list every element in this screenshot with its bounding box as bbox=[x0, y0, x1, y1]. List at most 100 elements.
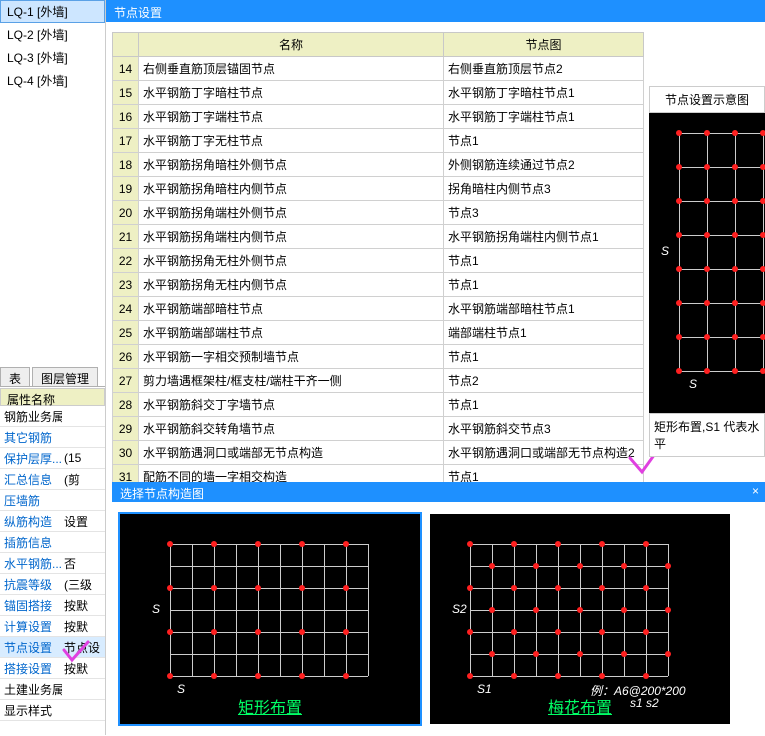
row-number: 14 bbox=[113, 57, 139, 81]
table-row[interactable]: 23水平钢筋拐角无柱内侧节点节点1 bbox=[113, 273, 644, 297]
node-value-cell[interactable]: 节点1 bbox=[444, 273, 644, 297]
node-value-cell[interactable]: 节点2 bbox=[444, 369, 644, 393]
property-row[interactable]: 钢筋业务属性 bbox=[0, 406, 105, 427]
node-name-cell[interactable]: 水平钢筋丁字暗柱节点 bbox=[139, 81, 444, 105]
property-row[interactable]: 显示样式 bbox=[0, 700, 105, 721]
property-name: 锚固搭接 bbox=[0, 597, 62, 614]
row-number: 25 bbox=[113, 321, 139, 345]
tab-table[interactable]: 表 bbox=[0, 367, 30, 386]
property-row[interactable]: 纵筋构造设置 bbox=[0, 511, 105, 532]
close-icon[interactable]: × bbox=[752, 484, 759, 498]
property-name: 汇总信息 bbox=[0, 471, 62, 488]
node-value-cell[interactable]: 水平钢筋遇洞口或端部无节点构造2 bbox=[444, 441, 644, 465]
node-value-cell[interactable]: 拐角暗柱内侧节点3 bbox=[444, 177, 644, 201]
node-name-cell[interactable]: 剪力墙遇框架柱/框支柱/端柱干齐一侧 bbox=[139, 369, 444, 393]
wall-item[interactable]: LQ-1 [外墙] bbox=[0, 0, 105, 23]
table-row[interactable]: 24水平钢筋端部暗柱节点水平钢筋端部暗柱节点1 bbox=[113, 297, 644, 321]
col-node-img: 节点图 bbox=[444, 33, 644, 57]
node-name-cell[interactable]: 水平钢筋拐角端柱内侧节点 bbox=[139, 225, 444, 249]
node-value-cell[interactable]: 外侧钢筋连续通过节点2 bbox=[444, 153, 644, 177]
node-name-cell[interactable]: 水平钢筋斜交转角墙节点 bbox=[139, 417, 444, 441]
diagram-preview-panel: 节点设置示意图 SS 矩形布置,S1 代表水平 bbox=[649, 86, 765, 457]
table-row[interactable]: 16水平钢筋丁字端柱节点水平钢筋丁字端柱节点1 bbox=[113, 105, 644, 129]
node-name-cell[interactable]: 水平钢筋拐角无柱外侧节点 bbox=[139, 249, 444, 273]
property-value: 节点设 bbox=[62, 639, 102, 656]
table-row[interactable]: 15水平钢筋丁字暗柱节点水平钢筋丁字暗柱节点1 bbox=[113, 81, 644, 105]
node-value-cell[interactable]: 节点3 bbox=[444, 201, 644, 225]
node-name-cell[interactable]: 水平钢筋端部暗柱节点 bbox=[139, 297, 444, 321]
wall-item[interactable]: LQ-2 [外墙] bbox=[0, 23, 105, 46]
property-row[interactable]: 锚固搭接按默 bbox=[0, 595, 105, 616]
table-row[interactable]: 27剪力墙遇框架柱/框支柱/端柱干齐一侧节点2 bbox=[113, 369, 644, 393]
wall-item[interactable]: LQ-4 [外墙] bbox=[0, 69, 105, 92]
property-row[interactable]: 计算设置按默 bbox=[0, 616, 105, 637]
node-selector-title-text: 选择节点构造图 bbox=[120, 487, 204, 501]
node-name-cell[interactable]: 水平钢筋拐角暗柱内侧节点 bbox=[139, 177, 444, 201]
node-name-cell[interactable]: 水平钢筋拐角暗柱外侧节点 bbox=[139, 153, 444, 177]
node-name-cell[interactable]: 水平钢筋端部端柱节点 bbox=[139, 321, 444, 345]
property-row[interactable]: 汇总信息(剪 bbox=[0, 469, 105, 490]
node-name-cell[interactable]: 水平钢筋一字相交预制墙节点 bbox=[139, 345, 444, 369]
node-value-cell[interactable]: 水平钢筋丁字暗柱节点1 bbox=[444, 81, 644, 105]
node-value-cell[interactable]: 节点1 bbox=[444, 393, 644, 417]
col-rownum bbox=[113, 33, 139, 57]
node-name-cell[interactable]: 水平钢筋遇洞口或端部无节点构造 bbox=[139, 441, 444, 465]
table-row[interactable]: 20水平钢筋拐角端柱外侧节点节点3 bbox=[113, 201, 644, 225]
property-name: 搭接设置 bbox=[0, 660, 62, 677]
row-number: 22 bbox=[113, 249, 139, 273]
left-panel: LQ-1 [外墙] LQ-2 [外墙] LQ-3 [外墙] LQ-4 [外墙] … bbox=[0, 0, 106, 735]
row-number: 16 bbox=[113, 105, 139, 129]
row-number: 24 bbox=[113, 297, 139, 321]
node-value-cell[interactable]: 水平钢筋斜交节点3 bbox=[444, 417, 644, 441]
property-row[interactable]: 土建业务属性 bbox=[0, 679, 105, 700]
table-row[interactable]: 25水平钢筋端部端柱节点端部端柱节点1 bbox=[113, 321, 644, 345]
row-number: 29 bbox=[113, 417, 139, 441]
property-row[interactable]: 搭接设置按默 bbox=[0, 658, 105, 679]
row-number: 17 bbox=[113, 129, 139, 153]
table-row[interactable]: 14右侧垂直筋顶层锚固节点右侧垂直筋顶层节点2 bbox=[113, 57, 644, 81]
property-row[interactable]: 压墙筋 bbox=[0, 490, 105, 511]
node-value-cell[interactable]: 节点1 bbox=[444, 129, 644, 153]
table-row[interactable]: 28水平钢筋斜交丁字墙节点节点1 bbox=[113, 393, 644, 417]
node-value-cell[interactable]: 水平钢筋丁字端柱节点1 bbox=[444, 105, 644, 129]
table-row[interactable]: 21水平钢筋拐角端柱内侧节点水平钢筋拐角端柱内侧节点1 bbox=[113, 225, 644, 249]
property-row[interactable]: 水平钢筋...否 bbox=[0, 553, 105, 574]
property-value: (三级 bbox=[62, 576, 102, 593]
property-row[interactable]: 插筋信息 bbox=[0, 532, 105, 553]
row-number: 30 bbox=[113, 441, 139, 465]
node-value-cell[interactable]: 水平钢筋端部暗柱节点1 bbox=[444, 297, 644, 321]
property-row[interactable]: 节点设置节点设 bbox=[0, 637, 105, 658]
table-row[interactable]: 22水平钢筋拐角无柱外侧节点节点1 bbox=[113, 249, 644, 273]
wall-item[interactable]: LQ-3 [外墙] bbox=[0, 46, 105, 69]
property-rows: 钢筋业务属性其它钢筋保护层厚...(15汇总信息(剪压墙筋纵筋构造设置插筋信息水… bbox=[0, 406, 105, 735]
node-value-cell[interactable]: 节点1 bbox=[444, 345, 644, 369]
node-value-cell[interactable]: 水平钢筋拐角端柱内侧节点1 bbox=[444, 225, 644, 249]
node-name-cell[interactable]: 右侧垂直筋顶层锚固节点 bbox=[139, 57, 444, 81]
property-row[interactable]: 抗震等级(三级 bbox=[0, 574, 105, 595]
node-name-cell[interactable]: 水平钢筋丁字无柱节点 bbox=[139, 129, 444, 153]
tab-layer-mgmt[interactable]: 图层管理 bbox=[32, 367, 98, 386]
layout-thumb-rect[interactable]: 矩形布置 SS bbox=[120, 514, 420, 724]
property-name: 钢筋业务属性 bbox=[0, 408, 62, 425]
node-value-cell[interactable]: 节点1 bbox=[444, 249, 644, 273]
table-row[interactable]: 18水平钢筋拐角暗柱外侧节点外侧钢筋连续通过节点2 bbox=[113, 153, 644, 177]
node-table-wrap: 名称 节点图 14右侧垂直筋顶层锚固节点右侧垂直筋顶层节点215水平钢筋丁字暗柱… bbox=[112, 32, 644, 537]
table-row[interactable]: 30水平钢筋遇洞口或端部无节点构造水平钢筋遇洞口或端部无节点构造2 bbox=[113, 441, 644, 465]
diagram-preview-canvas: SS bbox=[649, 113, 765, 413]
property-value: 设置 bbox=[62, 513, 102, 530]
node-value-cell[interactable]: 右侧垂直筋顶层节点2 bbox=[444, 57, 644, 81]
node-name-cell[interactable]: 水平钢筋丁字端柱节点 bbox=[139, 105, 444, 129]
property-row[interactable]: 其它钢筋 bbox=[0, 427, 105, 448]
node-name-cell[interactable]: 水平钢筋拐角端柱外侧节点 bbox=[139, 201, 444, 225]
table-row[interactable]: 26水平钢筋一字相交预制墙节点节点1 bbox=[113, 345, 644, 369]
property-row[interactable]: 保护层厚...(15 bbox=[0, 448, 105, 469]
table-row[interactable]: 17水平钢筋丁字无柱节点节点1 bbox=[113, 129, 644, 153]
node-value-cell[interactable]: 端部端柱节点1 bbox=[444, 321, 644, 345]
property-name: 插筋信息 bbox=[0, 534, 62, 551]
node-name-cell[interactable]: 水平钢筋斜交丁字墙节点 bbox=[139, 393, 444, 417]
node-name-cell[interactable]: 水平钢筋拐角无柱内侧节点 bbox=[139, 273, 444, 297]
property-name: 水平钢筋... bbox=[0, 555, 62, 572]
table-row[interactable]: 19水平钢筋拐角暗柱内侧节点拐角暗柱内侧节点3 bbox=[113, 177, 644, 201]
layout-thumb-plum[interactable]: 梅花布置 S1S2例：A6@200*200s1 s2 bbox=[430, 514, 730, 724]
table-row[interactable]: 29水平钢筋斜交转角墙节点水平钢筋斜交节点3 bbox=[113, 417, 644, 441]
